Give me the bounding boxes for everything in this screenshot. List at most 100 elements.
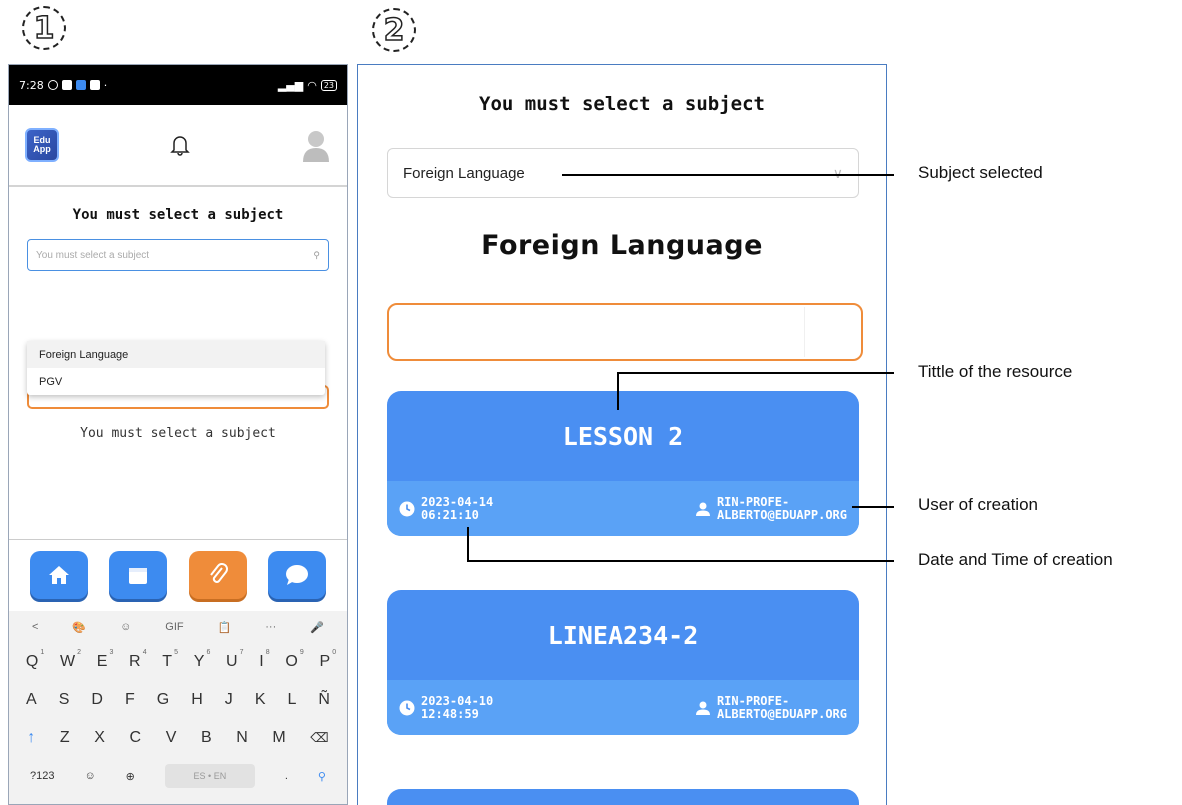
alarm-icon (47, 80, 58, 90)
bell-icon[interactable] (170, 134, 190, 156)
key[interactable]: D (91, 691, 103, 709)
key[interactable]: P0 (319, 649, 336, 671)
gmail-icon (61, 80, 72, 90)
system-nav-bar: ■ ◉ ◀ (9, 795, 347, 804)
key[interactable]: K (255, 691, 266, 709)
message-notification-icon (89, 80, 100, 90)
emoji-key[interactable]: ☺ (84, 770, 95, 782)
creation-time: 12:48:59 (421, 706, 479, 721)
nav-chat-button[interactable] (268, 550, 327, 599)
key[interactable]: G (157, 691, 169, 709)
subject-title: Foreign Language (481, 230, 763, 261)
search-key-icon[interactable]: ⚲ (318, 770, 326, 783)
phone-select-heading: You must select a subject (72, 207, 284, 223)
clock-icon (399, 501, 415, 516)
option-pgv[interactable]: PGV (27, 368, 325, 395)
key[interactable]: E3 (97, 649, 114, 671)
phone-subject-select[interactable]: You must select a subject ⚲ (27, 239, 329, 271)
annotation-line-subject (562, 174, 894, 176)
calendar-icon (129, 567, 148, 584)
key[interactable]: B (201, 729, 212, 747)
resource-card-partial[interactable] (387, 789, 859, 805)
paperclip-icon (209, 562, 228, 583)
annotation-subject-selected: Subject selected (918, 163, 1043, 182)
search-divider (804, 307, 805, 357)
key[interactable]: C (130, 729, 142, 747)
wifi-icon: ◠ (307, 78, 317, 92)
user-icon (695, 502, 710, 516)
key[interactable]: X (94, 729, 105, 747)
resource-meta: 2023-04-14 06:21:10 RIN-PROFE- ALBERTO@EDU… (387, 481, 859, 536)
annotation-line-user (852, 506, 894, 508)
key[interactable]: A (26, 691, 37, 709)
key[interactable]: F (125, 691, 135, 709)
symbols-key[interactable]: ?123 (30, 770, 54, 782)
search-icon: ⚲ (313, 249, 320, 260)
creation-datetime: 2023-04-10 12:48:59 (399, 694, 493, 721)
creator-user-line1: RIN-PROFE- (716, 494, 790, 509)
key[interactable]: V (166, 729, 177, 747)
more-notifications-icon: · (103, 78, 108, 92)
nav-calendar-button[interactable] (109, 550, 168, 599)
keyboard-toolbar: < 🎨 ☺ GIF 📋 ··· 🎤 (9, 611, 347, 643)
key[interactable]: T5 (162, 649, 178, 671)
selected-subject-value: Foreign Language (403, 164, 525, 182)
key[interactable]: H (191, 691, 203, 709)
kb-sticker-key[interactable]: ☺ (120, 621, 131, 633)
app-notification-icon (75, 80, 86, 90)
kb-clipboard-key[interactable]: 📋 (218, 621, 232, 634)
user-icon (695, 701, 710, 715)
eduapp-logo[interactable]: Edu App (25, 128, 59, 162)
creator-user-line1: RIN-PROFE- (716, 693, 790, 708)
space-key[interactable]: ES • EN (164, 764, 255, 788)
shift-key[interactable]: ↑ (27, 729, 35, 747)
annotation-line-title-v (617, 372, 619, 410)
resource-search-input[interactable] (387, 303, 863, 361)
kb-more-key[interactable]: ··· (265, 621, 276, 633)
annotation-title-resource: Tittle of the resource (918, 362, 1073, 381)
key[interactable]: R4 (129, 649, 147, 671)
kb-palette-key[interactable]: 🎨 (72, 621, 86, 634)
option-foreign-language[interactable]: Foreign Language (27, 341, 325, 368)
creation-time: 06:21:10 (421, 507, 479, 522)
period-key[interactable]: . (285, 770, 288, 782)
nav-home-button[interactable] (29, 550, 88, 599)
key[interactable]: J (225, 691, 233, 709)
step-2-marker: 2 (372, 8, 416, 52)
creator-user: RIN-PROFE- ALBERTO@EDUAPP.ORG (695, 494, 847, 522)
key[interactable]: Z (60, 729, 70, 747)
backspace-key[interactable]: ⌫ (310, 730, 328, 746)
clock-icon (399, 700, 415, 715)
resource-card[interactable]: LINEA234-2 2023-04-10 12:48:59 RIN-PROFE-… (387, 590, 859, 735)
creator-user-line2: ALBERTO@EDUAPP.ORG (716, 507, 847, 522)
key[interactable]: U7 (226, 649, 244, 671)
kb-back-key[interactable]: < (32, 621, 38, 633)
keyboard-row-4: ?123 ☺ ⊕ ES • EN . ⚲ (9, 757, 347, 795)
subject-dropdown-list: Foreign Language PGV (27, 341, 325, 395)
key[interactable]: Ñ (318, 691, 330, 709)
key[interactable]: O9 (285, 649, 303, 671)
kb-gif-key[interactable]: GIF (165, 621, 183, 633)
key[interactable]: L (288, 691, 297, 709)
nav-resources-button[interactable] (188, 550, 247, 599)
globe-icon[interactable]: ⊕ (126, 770, 135, 783)
key[interactable]: Q1 (26, 649, 44, 671)
key[interactable]: S (59, 691, 70, 709)
status-bar: 7:28 · ▂▄▆ ◠ 23 (9, 65, 347, 105)
resource-title: LINEA234-2 (547, 620, 699, 650)
kb-mic-key[interactable]: 🎤 (310, 621, 324, 634)
key[interactable]: I8 (259, 649, 269, 671)
resource-card[interactable]: LESSON 2 2023-04-14 06:21:10 RIN-PROFE- AL… (387, 391, 859, 536)
key[interactable]: Y6 (194, 649, 211, 671)
annotation-user-creation: User of creation (918, 495, 1038, 514)
key[interactable]: N (236, 729, 248, 747)
keyboard-row-3: ↑ Z X C V B N M ⌫ (9, 719, 347, 757)
annotation-line-date-h (467, 560, 894, 562)
annotation-line-date-v (467, 527, 469, 561)
key[interactable]: W2 (60, 649, 81, 671)
subject-select[interactable]: Foreign Language ∨ (387, 148, 859, 198)
key[interactable]: M (272, 729, 285, 747)
phone-select-placeholder: You must select a subject (36, 249, 150, 261)
avatar-icon[interactable] (301, 128, 331, 162)
resource-meta: 2023-04-10 12:48:59 RIN-PROFE- ALBERTO@EDU… (387, 680, 859, 735)
